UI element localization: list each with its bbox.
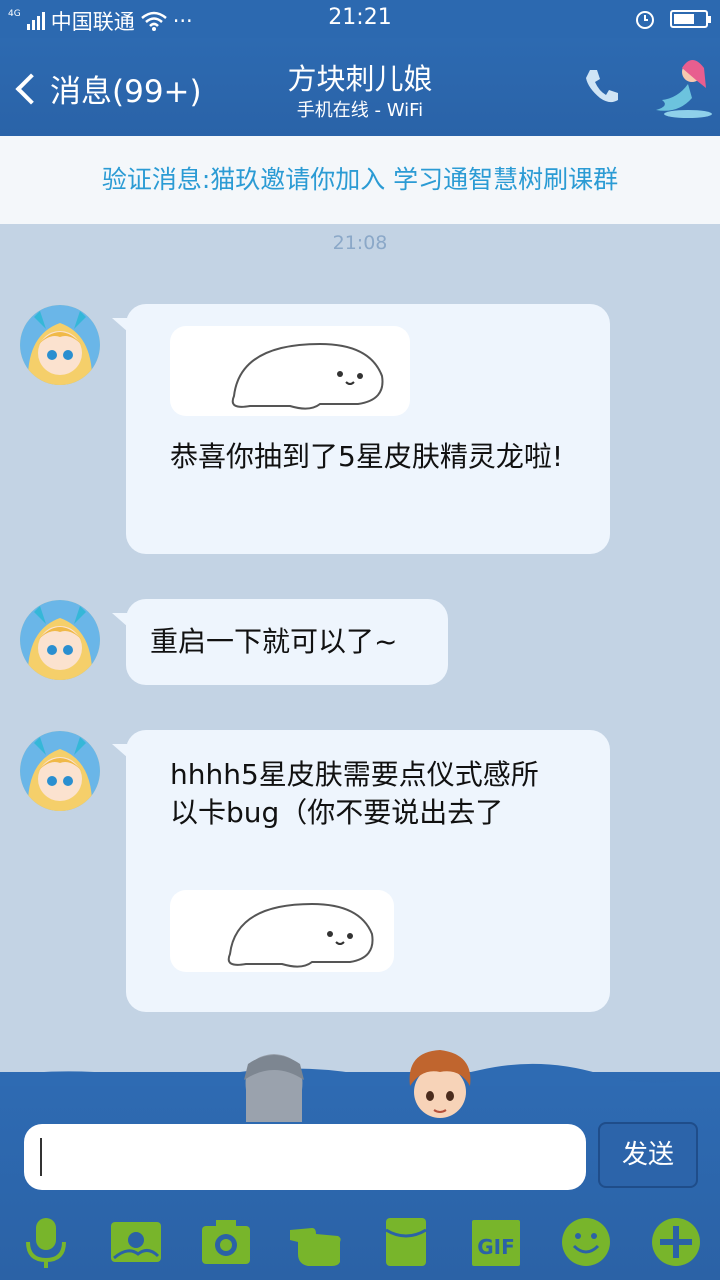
alarm-icon — [636, 11, 654, 29]
wave-decoration — [0, 1063, 720, 1086]
message-bubble[interactable]: 重启一下就可以了~ — [112, 599, 448, 685]
sender-avatar[interactable] — [20, 600, 100, 680]
gif-icon[interactable]: GIF — [468, 1214, 524, 1270]
status-right — [634, 8, 711, 30]
avatar-image — [20, 600, 100, 680]
plus-icon[interactable] — [648, 1214, 704, 1270]
mic-icon[interactable] — [18, 1214, 74, 1270]
mermaid-avatar-icon[interactable] — [648, 54, 714, 120]
chat-header: 消息(99+) 方块刺儿娘 手机在线 - WiFi — [0, 38, 720, 136]
avatar-image — [20, 731, 100, 811]
camera-icon[interactable] — [198, 1214, 254, 1270]
seal-sticker[interactable] — [170, 890, 394, 972]
input-toolbar: GIF — [0, 1208, 720, 1280]
red-packet-icon[interactable] — [378, 1214, 434, 1270]
sender-avatar[interactable] — [20, 305, 100, 385]
text-caret — [40, 1138, 42, 1176]
seal-sticker[interactable] — [170, 326, 410, 416]
message-timestamp: 21:08 — [332, 232, 388, 254]
phone-icon[interactable] — [580, 64, 624, 108]
message-text: hhhh5星皮肤需要点仪式感所以卡bug（你不要说出去了 — [170, 758, 539, 829]
hand-icon[interactable] — [288, 1214, 344, 1270]
send-button[interactable]: 发送 — [598, 1122, 698, 1188]
message-bubble[interactable]: 恭喜你抽到了5星皮肤精灵龙啦! — [112, 304, 610, 554]
image-icon[interactable] — [108, 1214, 164, 1270]
seal-icon — [227, 902, 374, 968]
seal-icon — [231, 342, 384, 410]
character-boy-icon — [409, 1050, 471, 1118]
svg-text:GIF: GIF — [477, 1235, 515, 1259]
verification-notice[interactable]: 验证消息:猫玖邀请你加入 学习通智慧树刷课群 — [0, 136, 720, 224]
message-text: 恭喜你抽到了5星皮肤精灵龙啦! — [170, 440, 564, 473]
battery-icon — [670, 10, 711, 28]
message-input[interactable] — [24, 1124, 586, 1190]
status-bar: 4G 中国联通 ··· 21:21 — [0, 0, 720, 38]
avatar-image — [20, 305, 100, 385]
clock: 21:21 — [328, 5, 392, 30]
character-grey-icon — [244, 1054, 304, 1122]
emoji-icon[interactable] — [558, 1214, 614, 1270]
message-text: 重启一下就可以了~ — [150, 625, 398, 658]
sender-avatar[interactable] — [20, 731, 100, 811]
message-bubble[interactable]: hhhh5星皮肤需要点仪式感所以卡bug（你不要说出去了 — [112, 730, 610, 1012]
